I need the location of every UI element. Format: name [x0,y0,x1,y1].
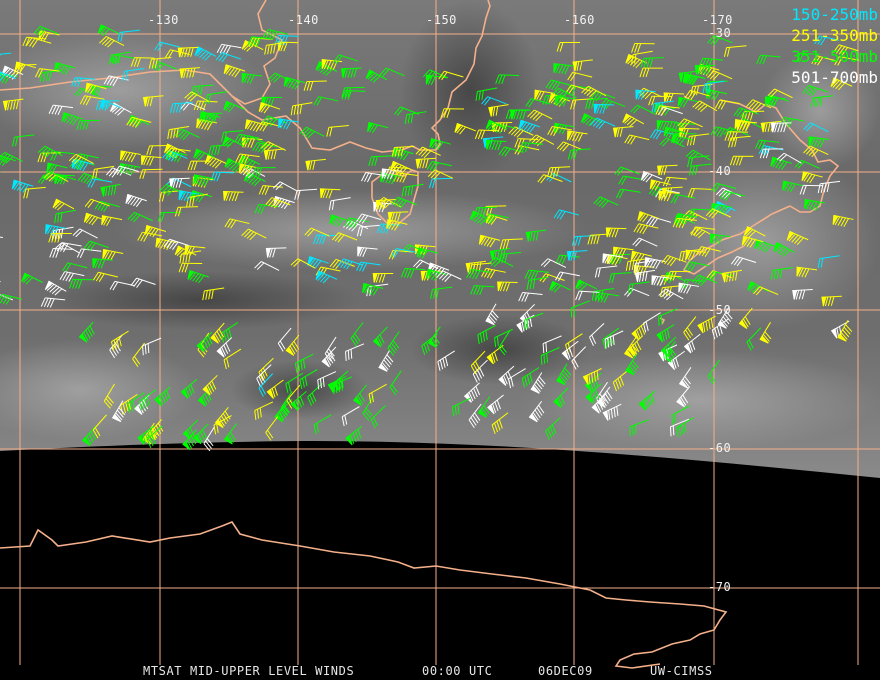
legend-item-251-350: 251-350mb [791,26,878,45]
legend-item-501-700: 501-700mb [791,68,878,87]
footer-caption: MTSAT MID-UPPER LEVEL WINDS 00:00 UTC 06… [0,664,880,678]
latitude-label: -70 [708,580,732,594]
longitude-label: -170 [702,13,733,27]
longitude-label: -140 [288,13,319,27]
map-canvas [0,0,880,669]
latitude-label: -30 [708,26,732,40]
latitude-label: -60 [708,441,732,455]
legend-item-150-250: 150-250mb [791,5,878,24]
product-name: MTSAT MID-UPPER LEVEL WINDS [143,664,355,678]
coastline-antarctica [0,521,728,669]
longitude-label: -130 [148,13,179,27]
data-source: UW-CIMSS [650,664,713,678]
observation-time: 00:00 UTC [422,664,493,678]
latitude-label: -40 [708,164,732,178]
observation-date: 06DEC09 [538,664,593,678]
pressure-legend: 150-250mb 251-350mb 351-500mb 501-700mb [791,4,878,88]
longitude-label: -160 [564,13,595,27]
legend-item-351-500: 351-500mb [791,47,878,66]
longitude-label: -150 [426,13,457,27]
satellite-wind-map: -130 -140 -150 -160 -170 -30 -40 -50 -60… [0,0,880,680]
latitude-label: -50 [708,303,732,317]
